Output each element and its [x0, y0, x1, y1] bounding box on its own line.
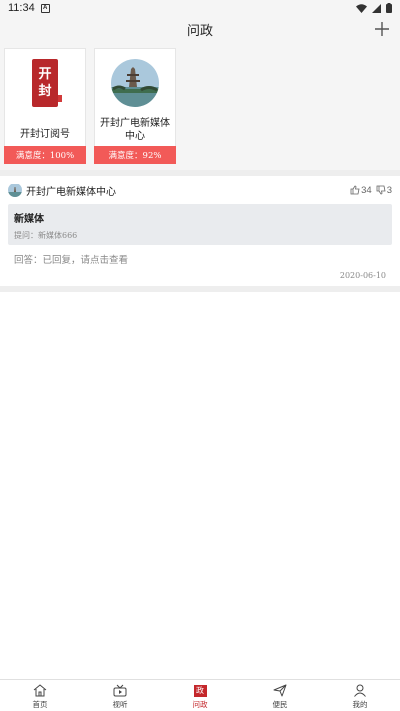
post-header: 开封广电新媒体中心 34 3: [8, 182, 392, 198]
notification-icon: A: [40, 3, 50, 13]
status-time: 11:34: [8, 2, 35, 14]
wifi-icon: [356, 3, 367, 13]
account-cards: 开 封 开封订阅号 满意度：100% 开封广电新媒体中心 满意度：92%: [0, 42, 400, 170]
logo-char-1: 开: [38, 67, 52, 82]
question-post[interactable]: 开封广电新媒体中心 34 3 新媒体 提问：新媒体666 回答：已回复，请点击查…: [0, 176, 400, 280]
zheng-icon: 政: [192, 683, 208, 698]
add-icon[interactable]: [372, 19, 392, 39]
account-card-kaifeng-media-center[interactable]: 开封广电新媒体中心 满意度：92%: [94, 48, 176, 164]
account-card-kaifeng-subscription[interactable]: 开 封 开封订阅号 满意度：100%: [4, 48, 86, 164]
dislike-button[interactable]: 3: [376, 185, 392, 196]
tab-video[interactable]: 视听: [80, 680, 160, 711]
home-icon: [32, 683, 48, 698]
post-date: 2020-06-10: [339, 271, 386, 280]
tv-icon: [112, 683, 128, 698]
zheng-icon-text: 政: [193, 684, 207, 697]
tab-label: 便民: [272, 700, 288, 709]
pagoda-photo: [111, 59, 159, 107]
tab-label: 视听: [112, 700, 128, 709]
section-divider: [0, 286, 400, 292]
card-label: 开封订阅号: [20, 129, 70, 140]
satisfaction-badge: 满意度：92%: [94, 146, 176, 164]
status-bar: 11:34 A: [0, 0, 400, 16]
kaifeng-logo: 开 封: [32, 59, 62, 107]
like-button[interactable]: 34: [350, 185, 372, 196]
tab-home[interactable]: 首页: [0, 680, 80, 711]
question-title: 新媒体: [14, 214, 44, 225]
dislike-count: 3: [386, 184, 392, 196]
tab-label: 首页: [32, 700, 48, 709]
post-org-name: 开封广电新媒体中心: [26, 186, 116, 198]
send-icon: [272, 683, 288, 698]
tab-convenience[interactable]: 便民: [240, 680, 320, 711]
tab-mine[interactable]: 我的: [320, 680, 400, 711]
user-icon: [352, 683, 368, 698]
page-title: 问政: [186, 23, 213, 39]
thumbs-down-icon: [376, 185, 386, 195]
top-nav-bar: 问政: [0, 16, 400, 42]
question-box[interactable]: 新媒体 提问：新媒体666: [8, 204, 392, 245]
logo-seal: [58, 95, 62, 102]
signal-icon: [372, 3, 381, 13]
thumbs-up-icon: [350, 185, 360, 195]
question-asker: 提问：新媒体666: [14, 231, 78, 240]
tab-label: 问政: [192, 700, 208, 709]
card-label: 开封广电新媒体中心: [100, 118, 170, 142]
bottom-tab-bar: 首页 视听 政 问政 便民 我的: [0, 679, 400, 711]
tab-label: 我的: [352, 700, 368, 709]
battery-icon: [386, 3, 392, 13]
logo-char-2: 封: [38, 84, 52, 99]
tab-wenzheng[interactable]: 政 问政: [160, 680, 240, 711]
like-count: 34: [361, 184, 372, 196]
answer-text[interactable]: 回答：已回复，请点击查看: [8, 252, 392, 266]
satisfaction-badge: 满意度：100%: [4, 146, 86, 164]
avatar: [8, 183, 22, 197]
